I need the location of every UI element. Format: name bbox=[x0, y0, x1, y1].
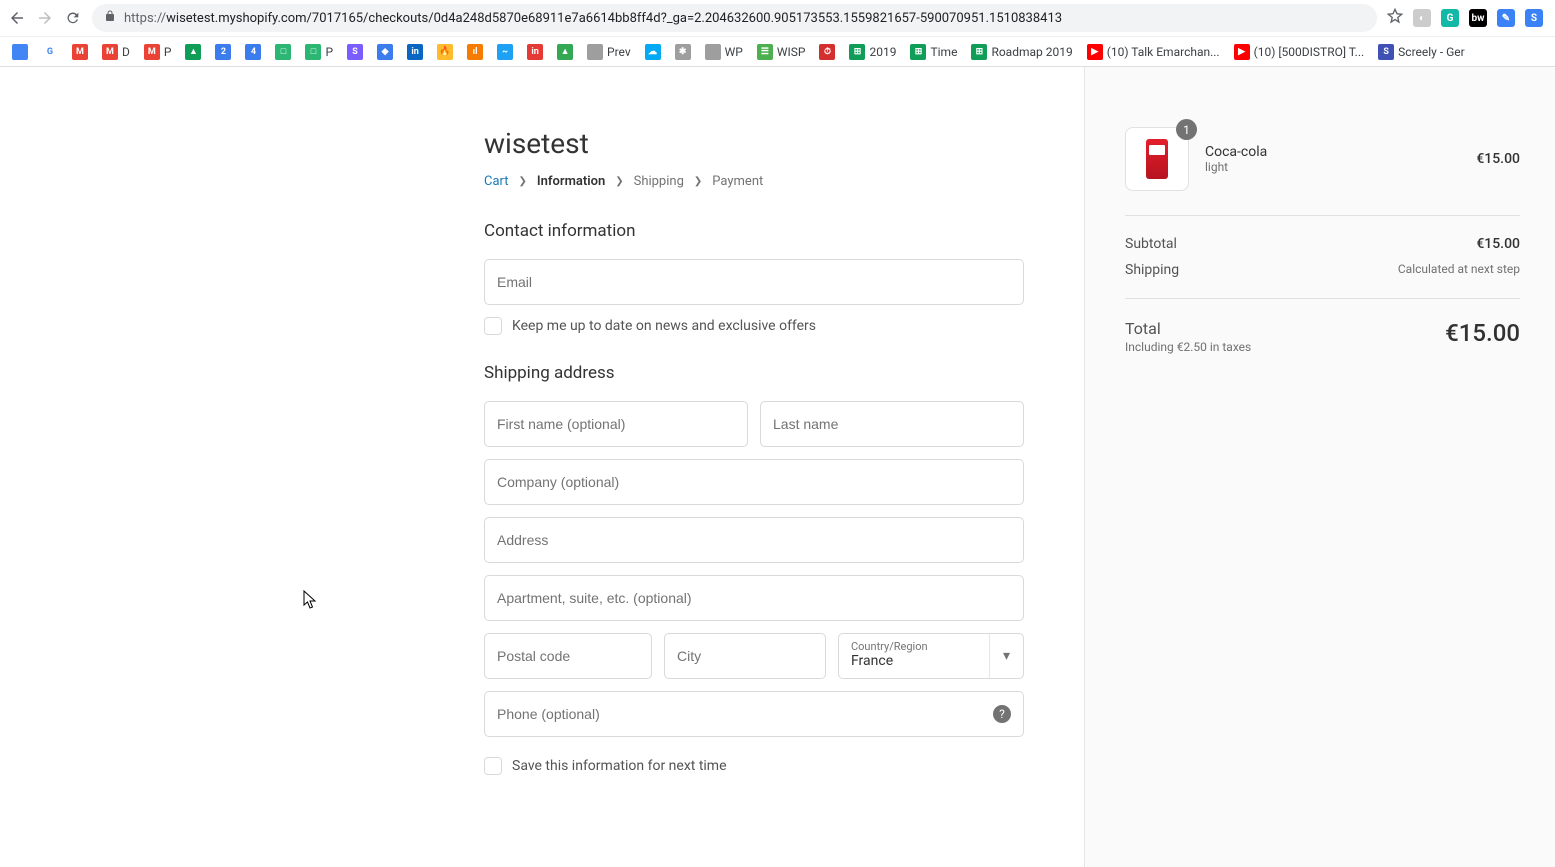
news-checkbox-label: Keep me up to date on news and exclusive… bbox=[512, 318, 816, 334]
bookmark-item[interactable]: 2 bbox=[211, 42, 235, 62]
bookmark-item[interactable]: □P bbox=[301, 42, 337, 62]
address-bar[interactable]: https://wisetest.myshopify.com/7017165/c… bbox=[92, 4, 1377, 32]
bookmark-item[interactable]: ~ bbox=[493, 42, 517, 62]
phone-help-icon[interactable]: ? bbox=[993, 705, 1011, 723]
city-field[interactable] bbox=[665, 634, 825, 678]
bookmark-item[interactable]: ✱ bbox=[671, 42, 695, 62]
bookmark-item[interactable]: ☰WISP bbox=[753, 42, 810, 62]
total-tax: Including €2.50 in taxes bbox=[1125, 340, 1251, 354]
address-field[interactable] bbox=[485, 518, 1023, 562]
ext-icon-3[interactable]: bw bbox=[1469, 9, 1487, 27]
ext-icon-2[interactable]: G bbox=[1441, 9, 1459, 27]
shipping-cost-value: Calculated at next step bbox=[1398, 262, 1520, 278]
total-label: Total bbox=[1125, 319, 1251, 338]
bookmark-item[interactable]: ⏱ bbox=[815, 42, 839, 62]
bookmark-item[interactable]: □ bbox=[271, 42, 295, 62]
bookmark-item[interactable] bbox=[8, 42, 32, 62]
contact-info-title: Contact information bbox=[484, 221, 1024, 241]
total-value: €15.00 bbox=[1445, 319, 1520, 347]
chevron-down-icon: ▾ bbox=[989, 634, 1023, 678]
breadcrumb-information: Information bbox=[537, 174, 605, 189]
subtotal-value: €15.00 bbox=[1476, 236, 1520, 252]
reload-button[interactable] bbox=[64, 9, 82, 27]
bookmark-item[interactable]: M bbox=[68, 42, 92, 62]
product-name: Coca-cola bbox=[1205, 144, 1460, 160]
bookmark-item[interactable]: MP bbox=[140, 42, 176, 62]
chevron-right-icon: ❯ bbox=[519, 176, 527, 187]
ext-icon-5[interactable]: S bbox=[1525, 9, 1543, 27]
email-field[interactable] bbox=[485, 260, 1023, 304]
bookmark-item[interactable]: ▶(10) [500DISTRO] T... bbox=[1230, 42, 1369, 62]
bookmark-item[interactable]: ▲ bbox=[553, 42, 577, 62]
product-thumbnail: 1 bbox=[1125, 127, 1189, 191]
forward-button[interactable] bbox=[36, 9, 54, 27]
bookmark-item[interactable]: 🔥 bbox=[433, 42, 457, 62]
country-label: Country/Region bbox=[851, 640, 1011, 653]
country-select[interactable]: Country/Region France ▾ bbox=[838, 633, 1024, 679]
shipping-cost-label: Shipping bbox=[1125, 262, 1179, 278]
product-variant: light bbox=[1205, 160, 1460, 174]
news-checkbox[interactable] bbox=[484, 317, 502, 335]
last-name-field[interactable] bbox=[761, 402, 1023, 446]
first-name-field[interactable] bbox=[485, 402, 747, 446]
order-summary: 1 Coca-cola light €15.00 Subtotal €15.00… bbox=[1085, 67, 1555, 867]
breadcrumb: Cart ❯ Information ❯ Shipping ❯ Payment bbox=[484, 174, 1024, 189]
bookmark-item[interactable]: ⊞Roadmap 2019 bbox=[967, 42, 1076, 62]
country-value: France bbox=[851, 653, 1011, 669]
bookmark-item[interactable]: ⊞Time bbox=[906, 42, 961, 62]
star-icon[interactable] bbox=[1387, 8, 1403, 28]
bookmark-item[interactable]: G bbox=[38, 42, 62, 62]
bookmark-item[interactable]: MD bbox=[98, 42, 134, 62]
breadcrumb-payment: Payment bbox=[712, 174, 763, 189]
bookmark-item[interactable]: Prev bbox=[583, 42, 635, 62]
breadcrumb-shipping: Shipping bbox=[634, 174, 684, 189]
bookmark-item[interactable]: WP bbox=[701, 42, 747, 62]
company-field[interactable] bbox=[485, 460, 1023, 504]
product-qty-badge: 1 bbox=[1176, 119, 1197, 140]
browser-chrome: https://wisetest.myshopify.com/7017165/c… bbox=[0, 0, 1555, 67]
lock-icon bbox=[104, 10, 116, 26]
url-text: https://wisetest.myshopify.com/7017165/c… bbox=[124, 11, 1062, 26]
bookmark-item[interactable]: 4 bbox=[241, 42, 265, 62]
bookmark-item[interactable]: ☁ bbox=[641, 42, 665, 62]
shipping-address-title: Shipping address bbox=[484, 363, 1024, 383]
product-row: 1 Coca-cola light €15.00 bbox=[1125, 127, 1520, 216]
bookmark-item[interactable]: S bbox=[343, 42, 367, 62]
bookmark-item[interactable]: ▲ bbox=[181, 42, 205, 62]
email-field-wrapper bbox=[484, 259, 1024, 305]
ext-icon-4[interactable]: ✎ bbox=[1497, 9, 1515, 27]
breadcrumb-cart[interactable]: Cart bbox=[484, 174, 509, 189]
subtotal-label: Subtotal bbox=[1125, 236, 1177, 252]
bookmark-item[interactable]: SScreely - Ger bbox=[1374, 42, 1469, 62]
back-button[interactable] bbox=[8, 9, 26, 27]
chevron-right-icon: ❯ bbox=[694, 176, 702, 187]
product-price: €15.00 bbox=[1476, 151, 1520, 167]
bookmark-item[interactable]: ⊞2019 bbox=[845, 42, 900, 62]
bookmarks-bar: GMMDMP▲24□□PS◆in🔥ıl~in▲Prev☁✱WP☰WISP⏱⊞20… bbox=[0, 36, 1555, 66]
save-info-label: Save this information for next time bbox=[512, 758, 727, 774]
ext-icon-1[interactable]: ◐ bbox=[1413, 9, 1431, 27]
postal-code-field[interactable] bbox=[485, 634, 651, 678]
bookmark-item[interactable]: ıl bbox=[463, 42, 487, 62]
phone-field[interactable] bbox=[485, 692, 1023, 736]
apartment-field[interactable] bbox=[485, 576, 1023, 620]
bookmark-item[interactable]: ▶(10) Talk Emarchan... bbox=[1083, 42, 1224, 62]
bookmark-item[interactable]: in bbox=[403, 42, 427, 62]
save-info-checkbox[interactable] bbox=[484, 757, 502, 775]
chevron-right-icon: ❯ bbox=[615, 176, 623, 187]
bookmark-item[interactable]: in bbox=[523, 42, 547, 62]
store-name: wisetest bbox=[484, 127, 1024, 160]
bookmark-item[interactable]: ◆ bbox=[373, 42, 397, 62]
